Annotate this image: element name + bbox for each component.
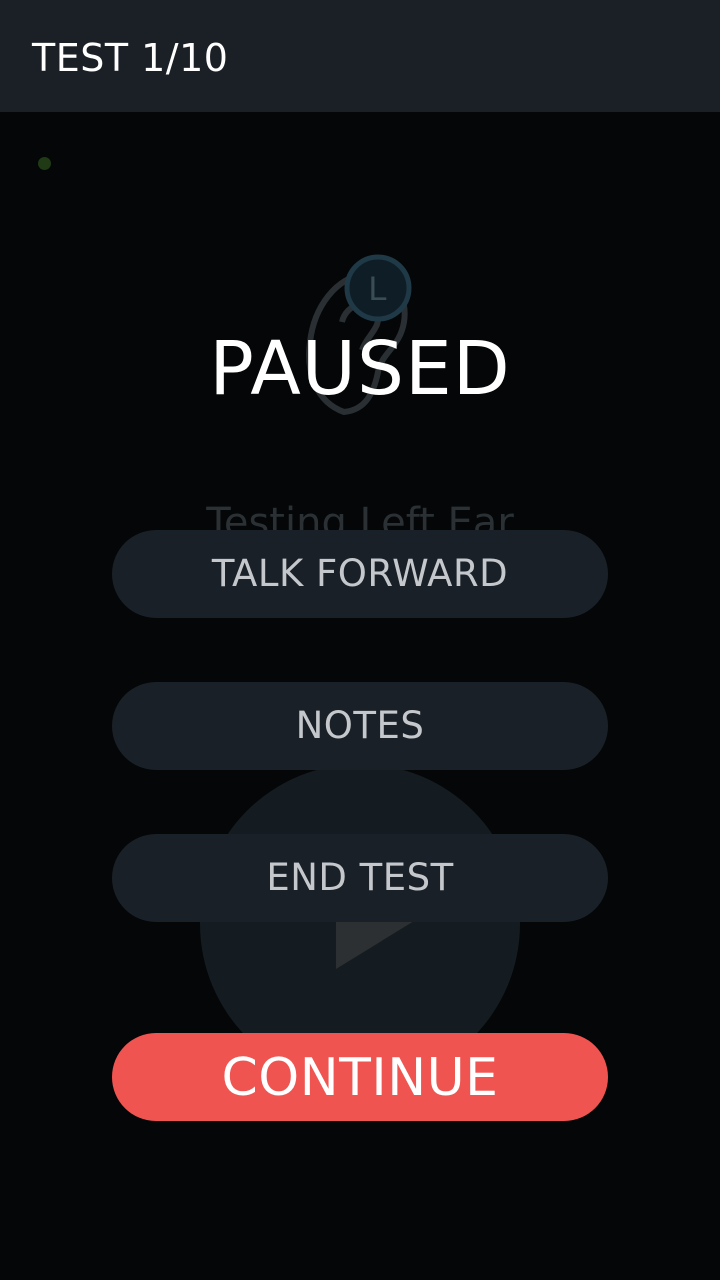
paused-screen: L Testing Left Ear TEST 1/10 PAUSED TALK… <box>0 0 720 1280</box>
test-progress-title: TEST 1/10 <box>32 36 229 80</box>
paused-title: PAUSED <box>209 326 511 412</box>
status-dot <box>38 157 51 170</box>
notes-button[interactable]: NOTES <box>112 682 608 770</box>
continue-button[interactable]: CONTINUE <box>112 1033 608 1121</box>
ear-badge-letter: L <box>369 270 388 308</box>
talk-forward-button[interactable]: TALK FORWARD <box>112 530 608 618</box>
top-bar: TEST 1/10 <box>0 0 720 112</box>
play-icon <box>336 921 414 969</box>
end-test-button[interactable]: END TEST <box>112 834 608 922</box>
